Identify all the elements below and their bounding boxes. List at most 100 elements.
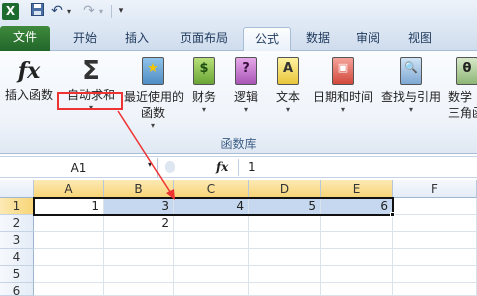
cell-f5[interactable] [393,266,477,283]
cell-f6[interactable] [393,283,477,296]
redo-icon[interactable]: ↷ [82,3,96,20]
row-header-6[interactable]: 6 [0,283,34,296]
cell-b4[interactable] [104,249,174,266]
cell-f4[interactable] [393,249,477,266]
tab-file[interactable]: 文件 [0,26,50,51]
tab-insert[interactable]: 插入 [116,27,158,51]
cell-d5[interactable] [249,266,321,283]
cell-d6[interactable] [249,283,321,296]
cell-e2[interactable] [321,215,393,232]
worksheet-grid: A B C D E F 1 2 3 4 5 6 1 3 4 5 6 2 [0,180,477,296]
cell-b5[interactable] [104,266,174,283]
cell-e6[interactable] [321,283,393,296]
recently-used-dropdown-icon[interactable]: ▾ [124,121,182,131]
financial-book-icon: $ [189,57,219,89]
column-header-e[interactable]: E [321,180,393,198]
logical-label: 逻辑 [233,90,258,104]
logical-dropdown-icon[interactable]: ▾ [228,105,264,115]
financial-label: 财务 [191,90,216,104]
cell-c5[interactable] [174,266,249,283]
redo-dropdown-icon[interactable]: ▾ [97,3,105,20]
undo-icon[interactable]: ↶ [50,3,64,20]
insert-function-label: 插入函数 [4,88,53,102]
fill-handle[interactable] [390,212,395,217]
cell-f3[interactable] [393,232,477,249]
tab-home[interactable]: 开始 [62,27,108,51]
tab-data[interactable]: 数据 [298,27,338,51]
highlight-box [57,92,123,110]
cell-e4[interactable] [321,249,393,266]
cell-a4[interactable] [34,249,104,266]
undo-dropdown-icon[interactable]: ▾ [65,3,73,20]
select-all-corner[interactable] [0,180,34,198]
column-header-c[interactable]: C [174,180,249,198]
math-trig-label-2: 三角函 [448,106,477,120]
cell-d2[interactable] [249,215,321,232]
text-button[interactable]: A 文本 ▾ [270,55,306,115]
name-box-dropdown-icon[interactable]: ▾ [148,160,152,169]
logical-button[interactable]: ? 逻辑 ▾ [228,55,264,115]
cell-a3[interactable] [34,232,104,249]
save-icon[interactable] [30,3,44,20]
sigma-icon: Σ [82,56,100,86]
tab-review[interactable]: 审阅 [346,27,390,51]
logical-book-icon: ? [231,57,261,89]
cell-a5[interactable] [34,266,104,283]
cell-b1[interactable]: 3 [104,198,174,215]
cell-d4[interactable] [249,249,321,266]
excel-logo-icon[interactable]: X [2,3,19,20]
cell-f2[interactable] [393,215,477,232]
row-header-5[interactable]: 5 [0,266,34,283]
function-icon: fx [17,58,41,84]
tab-formulas[interactable]: 公式 [243,27,291,51]
lookup-reference-button[interactable]: 🔍 查找与引用 ▾ [378,55,444,115]
calendar-book-icon: ▣ [328,57,358,89]
lookup-reference-dropdown-icon[interactable]: ▾ [378,105,444,115]
column-header-b[interactable]: B [104,180,174,198]
cell-a1[interactable]: 1 [34,198,104,215]
row-header-3[interactable]: 3 [0,232,34,249]
cell-e1[interactable]: 6 [321,198,393,215]
cell-c2[interactable] [174,215,249,232]
date-time-dropdown-icon[interactable]: ▾ [310,105,376,115]
row-header-4[interactable]: 4 [0,249,34,266]
cell-c4[interactable] [174,249,249,266]
financial-dropdown-icon[interactable]: ▾ [186,105,222,115]
math-trig-button[interactable]: θ 数学 三角函 [448,55,477,121]
financial-button[interactable]: $ 财务 ▾ [186,55,222,115]
insert-function-icon[interactable]: fx [216,159,228,175]
insert-function-button[interactable]: fx 插入函数 [2,55,56,103]
formula-bar: A1 ▾ fx 1 [0,156,477,178]
column-header-f[interactable]: F [393,180,477,198]
column-header-d[interactable]: D [249,180,321,198]
row-header-1[interactable]: 1 [0,198,34,215]
cell-b2[interactable]: 2 [104,215,174,232]
cell-e5[interactable] [321,266,393,283]
cell-c3[interactable] [174,232,249,249]
magnifier-book-icon: 🔍 [396,57,426,89]
date-time-label: 日期和时间 [312,90,373,104]
cell-b6[interactable] [104,283,174,296]
row-header-2[interactable]: 2 [0,215,34,232]
cell-e3[interactable] [321,232,393,249]
cell-b3[interactable] [104,232,174,249]
customize-toolbar-icon[interactable]: ▾ [116,3,126,20]
date-time-button[interactable]: ▣ 日期和时间 ▾ [310,55,376,115]
formula-bar-divider [238,159,239,176]
ribbon-formulas: fx 插入函数 Σ 自动求和 ▾ ★ 最近使用的 函数 ▾ $ 财务 ▾ ? 逻… [0,51,477,154]
text-dropdown-icon[interactable]: ▾ [270,105,306,115]
cell-a2[interactable] [34,215,104,232]
recently-used-button[interactable]: ★ 最近使用的 函数 ▾ [124,55,184,131]
cell-c1[interactable]: 4 [174,198,249,215]
cell-a6[interactable] [34,283,104,296]
cell-d1[interactable]: 5 [249,198,321,215]
name-box[interactable]: A1 [0,158,158,178]
cell-f1[interactable] [393,198,477,215]
column-header-a[interactable]: A [34,180,104,198]
formula-input[interactable]: 1 [248,159,256,176]
function-library-group-label: 函数库 [220,137,257,151]
tab-view[interactable]: 视图 [398,27,442,51]
cell-c6[interactable] [174,283,249,296]
cell-d3[interactable] [249,232,321,249]
tab-page-layout[interactable]: 页面布局 [168,27,240,51]
